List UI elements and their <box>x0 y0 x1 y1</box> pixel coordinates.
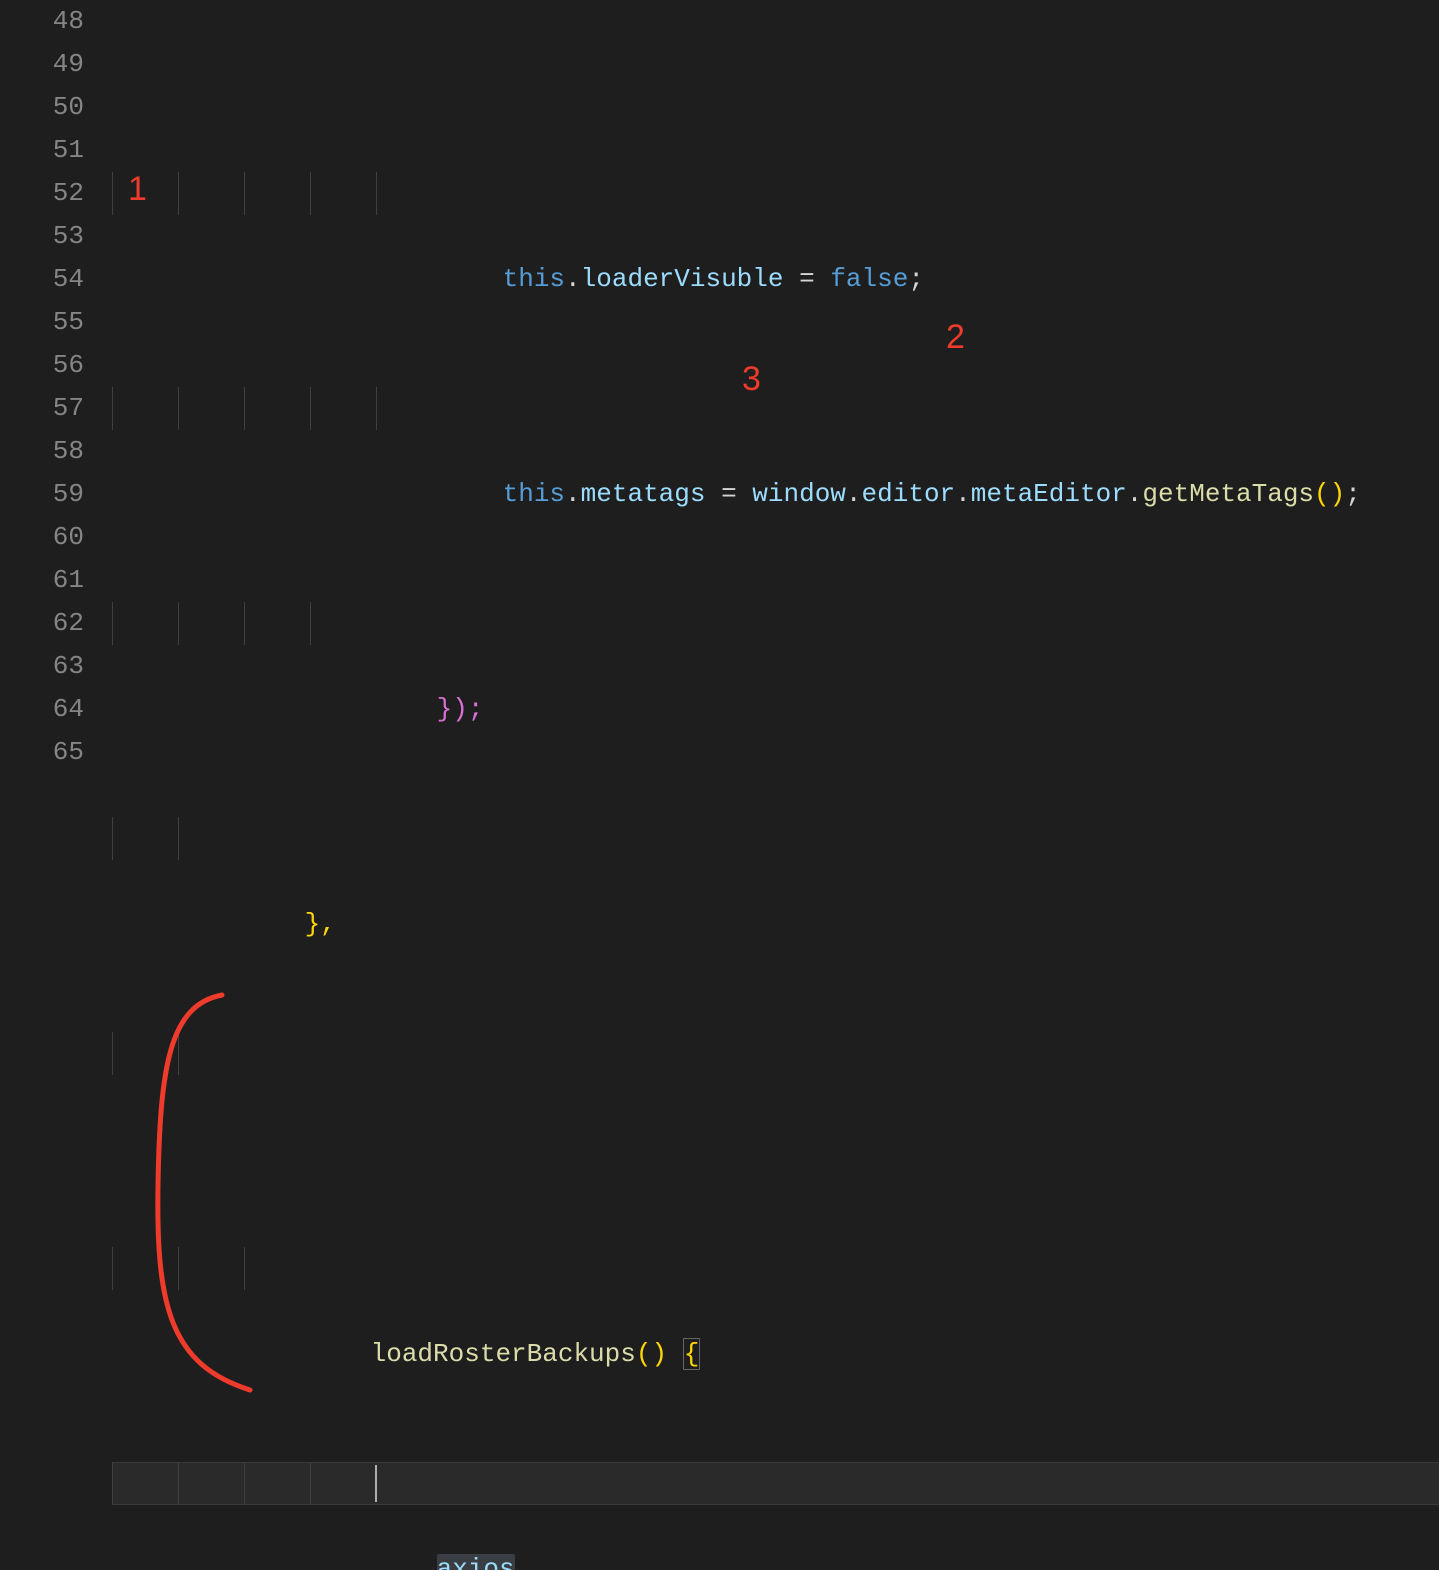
line-number: 53 <box>20 215 84 258</box>
code-content[interactable]: this.loaderVisuble = false; this.metatag… <box>112 0 1439 785</box>
line-number: 61 <box>20 559 84 602</box>
line-number: 57 <box>20 387 84 430</box>
code-editor[interactable]: 484950515253545556575859606162636465 thi… <box>0 0 1439 785</box>
code-line[interactable]: this.loaderVisuble = false; <box>112 172 1439 215</box>
glyph-margin <box>0 0 20 785</box>
code-line[interactable]: }, <box>112 817 1439 860</box>
code-line[interactable]: this.metatags = window.editor.metaEditor… <box>112 387 1439 430</box>
line-number-gutter: 484950515253545556575859606162636465 <box>20 0 112 785</box>
line-number: 54 <box>20 258 84 301</box>
line-number: 63 <box>20 645 84 688</box>
code-line[interactable] <box>112 1032 1439 1075</box>
line-number: 50 <box>20 86 84 129</box>
code-line-current[interactable]: axios <box>112 1462 1439 1505</box>
selected-word: axios <box>437 1554 515 1570</box>
line-number: 65 <box>20 731 84 774</box>
line-number: 51 <box>20 129 84 172</box>
line-number: 58 <box>20 430 84 473</box>
line-number: 64 <box>20 688 84 731</box>
line-number: 62 <box>20 602 84 645</box>
code-line[interactable]: loadRosterBackups() { <box>112 1247 1439 1290</box>
line-number: 49 <box>20 43 84 86</box>
line-number: 52 <box>20 172 84 215</box>
text-cursor <box>375 1465 377 1502</box>
line-number: 60 <box>20 516 84 559</box>
line-number: 59 <box>20 473 84 516</box>
code-line[interactable]: }); <box>112 602 1439 645</box>
line-number: 48 <box>20 0 84 43</box>
line-number: 56 <box>20 344 84 387</box>
line-number: 55 <box>20 301 84 344</box>
